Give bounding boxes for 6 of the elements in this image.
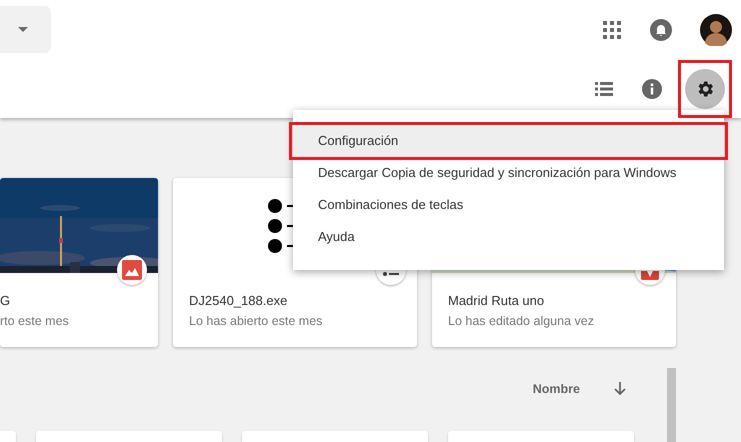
file-activity: rto este mes	[0, 313, 70, 329]
file-name: G	[0, 293, 12, 309]
file-activity: Lo has abierto este mes	[188, 313, 324, 329]
file-activity: Lo has editado alguna vez	[447, 313, 595, 329]
file-name: Madrid Ruta uno	[447, 293, 546, 309]
file-name: DJ2540_188.exe	[188, 293, 288, 309]
